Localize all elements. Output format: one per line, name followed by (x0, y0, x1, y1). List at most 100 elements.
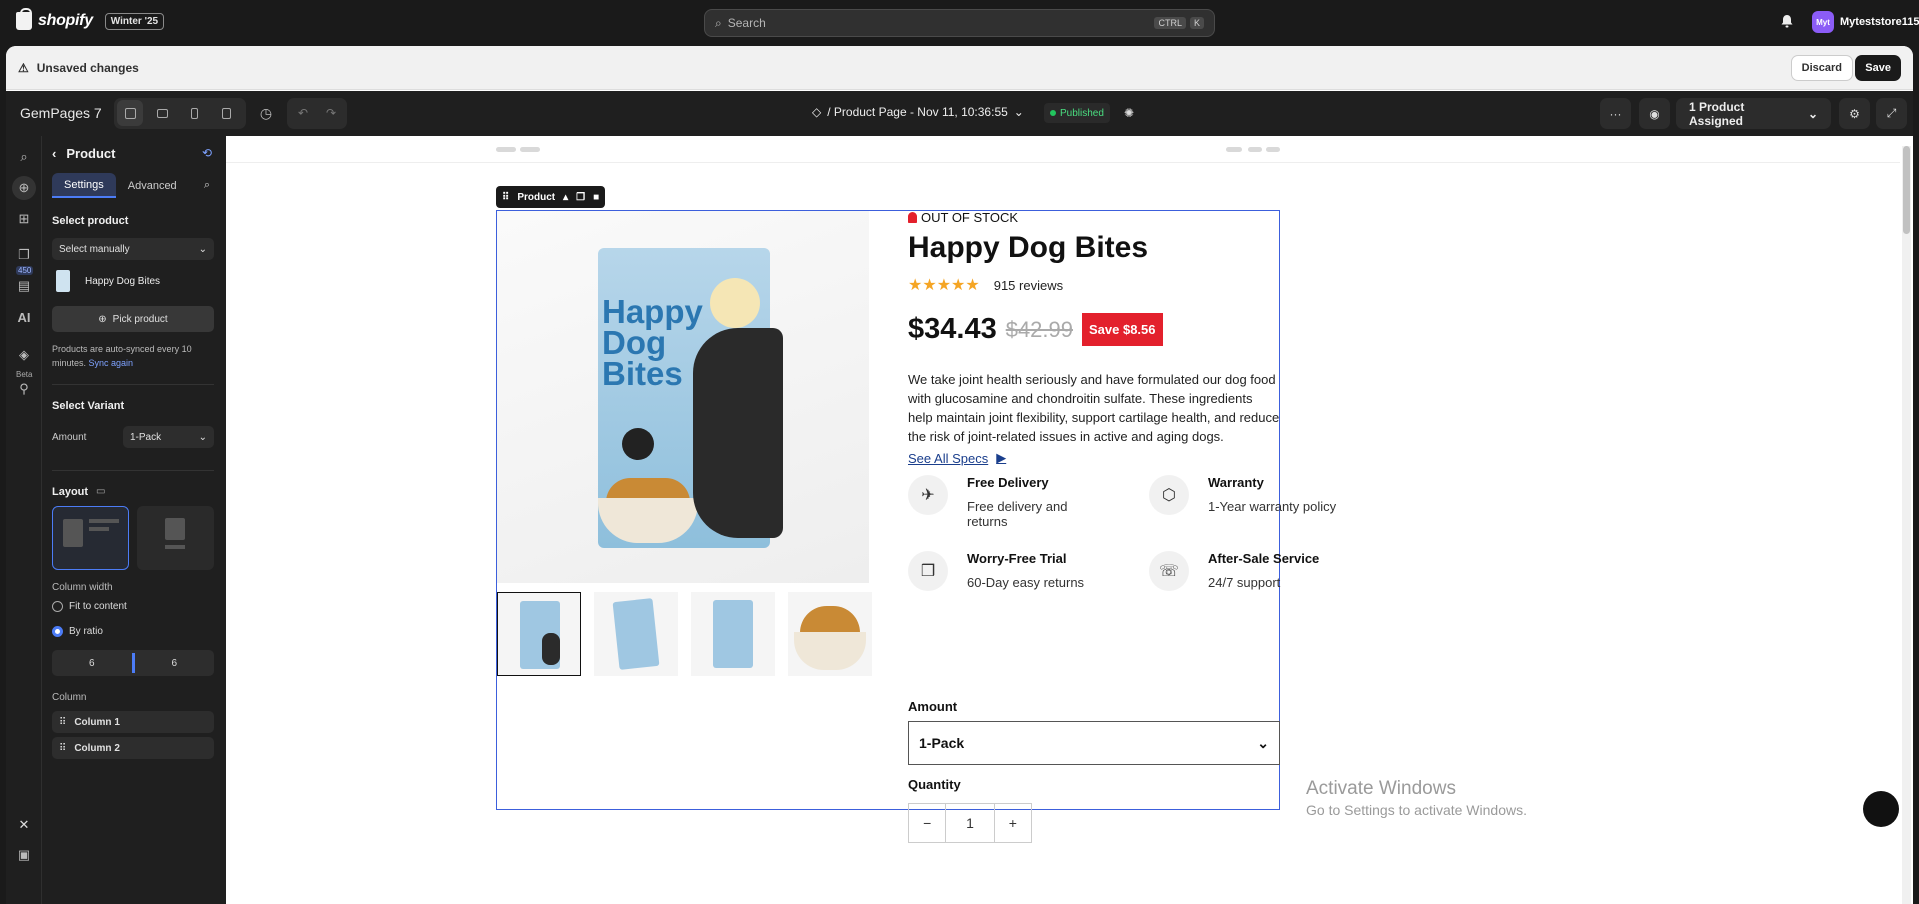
gear-icon: ⚙ (1849, 106, 1860, 121)
thumbnail-4[interactable] (788, 592, 872, 676)
drag-handle-icon[interactable]: ⠿ (59, 743, 66, 754)
sync-again-link[interactable]: Sync again (89, 358, 134, 368)
product-title: Happy Dog Bites (908, 231, 1149, 264)
assigned-label: 1 Product Assigned (1689, 99, 1745, 128)
mobile-icon (190, 107, 198, 119)
quantity-input[interactable]: 1 (945, 804, 995, 842)
see-all-specs-link[interactable]: See All Specs ▶ (908, 450, 1006, 466)
pick-product-button[interactable]: ⊕ Pick product (52, 306, 214, 332)
components-icon[interactable]: ⊞ (15, 210, 33, 228)
mini-bag (713, 600, 753, 668)
season-badge[interactable]: Winter '25 (104, 12, 165, 30)
undo-redo-group: ↶ ↷ (287, 98, 347, 129)
redo-button[interactable]: ↷ (318, 100, 344, 126)
header-divider (226, 162, 1900, 163)
shopify-logo[interactable]: shopify Winter '25 (16, 8, 165, 30)
amount-select[interactable]: 1-Pack ⌄ (908, 721, 1280, 765)
tab-settings[interactable]: Settings (52, 173, 116, 198)
panel-search-icon[interactable]: ⌕ (200, 173, 214, 198)
settings-panel: ‹ Product ⟲ Settings Advanced ⌕ Select p… (42, 136, 226, 904)
tablet-view-button[interactable] (213, 100, 239, 126)
column-item[interactable]: ⠿ Column 1 (52, 711, 214, 733)
radio-by-ratio[interactable]: By ratio (52, 626, 103, 637)
bell-icon[interactable] (1780, 14, 1794, 28)
feature-subtitle: 60-Day easy returns (967, 575, 1085, 590)
undo-button[interactable]: ↶ (290, 100, 316, 126)
thumbnail-1[interactable] (497, 592, 581, 676)
settings-button[interactable]: ⚙ (1839, 98, 1870, 129)
chevron-down-icon: ⌄ (1257, 734, 1269, 751)
package-icon: ❒ (908, 551, 948, 591)
target-icon: ⊕ (98, 313, 107, 325)
search-icon[interactable]: ⌕ (15, 148, 33, 166)
product-assigned-menu[interactable]: 1 Product Assigned ⌄ (1676, 98, 1831, 129)
avatar: Myt (1812, 11, 1834, 33)
store-menu[interactable]: Myt Myteststore115 (1812, 11, 1919, 33)
product-element-toolbar[interactable]: ⠿ Product ▴ ❐ ■ (496, 186, 606, 208)
editor-canvas[interactable]: ⠿ Product ▴ ❐ ■ Happy Dog Bites OUT OF S… (226, 136, 1913, 904)
editor-toolbar: GemPages 7 ◷ ↶ ↷ ◇ / Product Page - Nov … (6, 91, 1913, 136)
radio-circle (52, 601, 63, 612)
preview-button[interactable]: ◉ (1639, 98, 1670, 129)
back-icon[interactable]: ‹ (52, 146, 56, 161)
quantity-plus-button[interactable]: + (995, 804, 1031, 842)
variant-dropdown[interactable]: 1-Pack ⌄ (123, 426, 214, 448)
column-item[interactable]: ⠿ Column 2 (52, 737, 214, 759)
save-button[interactable]: Save (1855, 55, 1901, 81)
radio-fit-content[interactable]: Fit to content (52, 601, 127, 612)
chat-launcher-button[interactable] (1863, 791, 1899, 827)
layout-option-vertical[interactable] (137, 506, 214, 570)
sparkle-icon: ✺ (1123, 106, 1135, 120)
drag-handle-icon[interactable]: ⠿ (59, 717, 66, 728)
review-count[interactable]: 915 reviews (994, 278, 1063, 293)
layers-icon[interactable]: ◈ (15, 346, 33, 364)
product-main-image[interactable]: Happy Dog Bites (497, 211, 869, 583)
watermark-line-2: Go to Settings to activate Windows. (1306, 802, 1527, 818)
page-title-menu[interactable]: ◇ / Product Page - Nov 11, 10:36:55 ⌄ (812, 105, 1024, 119)
fullscreen-button[interactable]: ⤢ (1876, 98, 1907, 129)
ratio-left-value: 6 (88, 657, 95, 669)
scrollbar-thumb[interactable] (1903, 146, 1910, 234)
amount-value: 1-Pack (919, 735, 965, 751)
add-element-icon[interactable]: ⊕ (12, 176, 36, 200)
rail-badge: 450 (16, 266, 34, 275)
layout-option-horizontal[interactable] (52, 506, 129, 570)
quantity-label: Quantity (908, 777, 961, 792)
desktop-view-button[interactable] (117, 100, 143, 126)
ai-assistant-button[interactable]: ✺ (1116, 100, 1142, 126)
discard-button[interactable]: Discard (1790, 55, 1853, 81)
help-icon[interactable]: ⟲ (202, 146, 212, 160)
stock-status-text: OUT OF STOCK (921, 210, 1019, 225)
more-button[interactable]: ··· (1600, 98, 1631, 129)
layout-preview-image (165, 518, 185, 540)
thumbnail-3[interactable] (691, 592, 775, 676)
select-mode-value: Select manually (59, 243, 130, 255)
ai-icon[interactable]: AI (15, 309, 33, 327)
chevron-down-icon: ⌄ (198, 243, 207, 255)
clipboard-icon[interactable]: ▣ (15, 846, 33, 864)
duplicate-icon[interactable]: ❐ (576, 192, 585, 203)
ratio-right-value: 6 (171, 657, 178, 669)
pages-icon[interactable]: ❐ (15, 246, 33, 264)
laptop-view-button[interactable] (149, 100, 175, 126)
history-button[interactable]: ◷ (253, 100, 279, 126)
thumbnail-2[interactable] (594, 592, 678, 676)
beta-tool-icon[interactable]: ⚲ (15, 380, 33, 398)
select-mode-dropdown[interactable]: Select manually ⌄ (52, 238, 214, 260)
shortcut-key: CTRL (1154, 17, 1186, 29)
canvas-scrollbar[interactable] (1902, 146, 1911, 904)
header-placeholder (520, 147, 540, 152)
column-name: Column 1 (74, 716, 120, 728)
drag-handle-icon[interactable]: ⠿ (502, 192, 509, 203)
mobile-view-button[interactable] (181, 100, 207, 126)
ratio-slider[interactable]: 6 6 (52, 650, 214, 676)
library-icon[interactable]: ▤ (15, 277, 33, 295)
layout-preview-line (89, 519, 119, 523)
search-bar[interactable]: ⌕ Search CTRL K (704, 9, 1215, 37)
x-logo-icon[interactable]: ✕ (15, 816, 33, 834)
feature-title: Worry-Free Trial (967, 551, 1067, 566)
quantity-minus-button[interactable]: − (909, 804, 945, 842)
feature-subtitle: 24/7 support (1208, 575, 1281, 590)
tab-advanced[interactable]: Advanced (116, 173, 189, 198)
trash-icon[interactable]: ■ (593, 192, 599, 203)
